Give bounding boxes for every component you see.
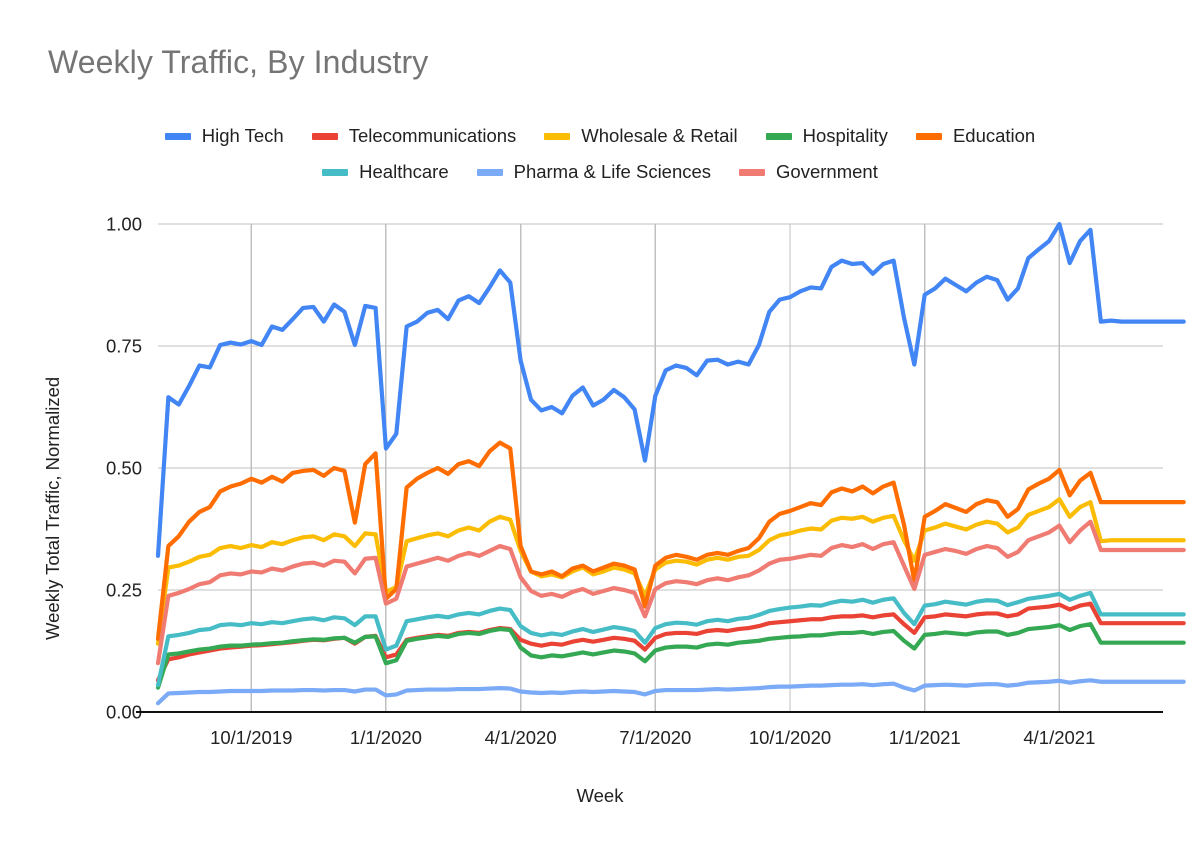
chart-container: Weekly Traffic, By Industry High Tech Tel… [0, 0, 1200, 858]
series-line-pharma-life-sciences [155, 678, 1186, 706]
y-tick-label: 0.75 [106, 336, 142, 357]
x-tick-label: 1/1/2021 [889, 727, 961, 748]
x-tick-label: 7/1/2020 [619, 727, 691, 748]
x-tick-labels: 10/1/2019 1/1/2020 4/1/2020 7/1/2020 10/1/20… [210, 727, 1095, 748]
y-tick-label: 0.25 [106, 580, 142, 601]
y-tick-label: 1.00 [106, 214, 142, 235]
y-tick-label: 0.50 [106, 458, 142, 479]
x-tick-label: 1/1/2020 [350, 727, 422, 748]
series-line-telecommunications [155, 601, 1186, 683]
x-tick-label: 10/1/2020 [749, 727, 831, 748]
x-tick-label: 4/1/2021 [1023, 727, 1095, 748]
y-tick-labels: 0.000.250.500.751.00 [106, 214, 142, 723]
series-lines [155, 221, 1186, 706]
x-tick-label: 4/1/2020 [485, 727, 557, 748]
x-tick-label: 10/1/2019 [210, 727, 292, 748]
series-line-high-tech [155, 221, 1186, 558]
plot-area: 0.000.250.500.751.00 10/1/2019 1/1/2020 4/… [106, 214, 1186, 748]
